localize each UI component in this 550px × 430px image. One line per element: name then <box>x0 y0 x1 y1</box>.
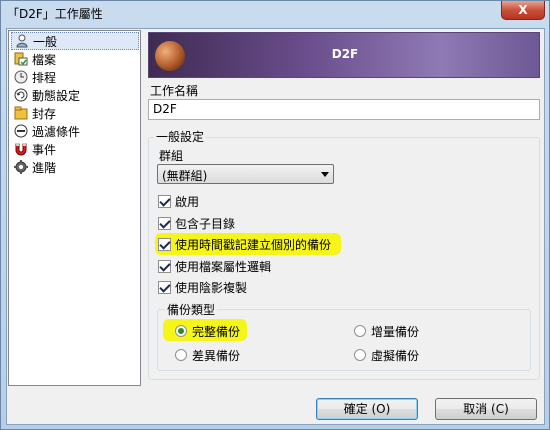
sidebar-item-label: 排程 <box>32 70 57 85</box>
group-select-value: (無群組) <box>162 169 208 183</box>
virtual-backup-radio[interactable] <box>354 349 366 361</box>
option-attribute-logic[interactable]: 使用檔案屬性邏輯 <box>158 257 271 275</box>
sidebar-item-advanced[interactable]: 進階 <box>11 158 139 176</box>
gear-icon <box>14 160 28 174</box>
sidebar-item-archive[interactable]: 封存 <box>11 104 139 122</box>
sidebar-item-label: 進階 <box>32 160 57 175</box>
radio-label: 增量備份 <box>371 324 420 339</box>
incremental-backup-radio[interactable] <box>354 325 366 337</box>
timestamp-backup-checkbox[interactable] <box>158 237 171 251</box>
job-name-label: 工作名稱 <box>150 84 199 98</box>
user-icon <box>15 34 29 48</box>
job-name-field[interactable]: D2F <box>148 99 540 120</box>
chevron-down-icon <box>321 172 329 177</box>
radio-incremental-backup[interactable]: 增量備份 <box>354 322 419 340</box>
close-button[interactable]: X <box>501 1 545 20</box>
general-settings-title: 一般設定 <box>154 128 207 145</box>
sidebar-item-label: 事件 <box>32 142 57 157</box>
option-label: 包含子目錄 <box>175 216 236 231</box>
refresh-icon <box>14 88 28 102</box>
option-enable[interactable]: 啟用 <box>158 192 199 210</box>
properties-window: 「D2F」工作屬性 X 一般 檔案 排程 動態設定 封存 過濾條件 事件 進階 … <box>0 0 550 430</box>
sidebar-nav: 一般 檔案 排程 動態設定 封存 過濾條件 事件 進階 <box>8 30 141 386</box>
sidebar-item-schedule[interactable]: 排程 <box>11 68 139 86</box>
group-label: 群組 <box>159 149 184 163</box>
backup-type-title: 備份類型 <box>165 301 218 318</box>
sidebar-item-filter[interactable]: 過濾條件 <box>11 122 139 140</box>
magnet-icon <box>14 142 28 156</box>
option-shadow-copy[interactable]: 使用陰影複製 <box>158 278 247 296</box>
archive-icon <box>14 106 28 120</box>
option-label: 使用時間戳記建立個別的備份 <box>175 237 332 252</box>
banner-title: D2F <box>331 47 359 61</box>
differential-backup-radio[interactable] <box>175 349 187 361</box>
radio-full-backup[interactable]: 完整備份 <box>175 322 240 340</box>
sidebar-item-dynamic[interactable]: 動態設定 <box>11 86 139 104</box>
sidebar-item-label: 封存 <box>32 106 57 121</box>
window-title: 「D2F」工作屬性 <box>7 7 103 21</box>
title-bar[interactable]: 「D2F」工作屬性 X <box>1 1 549 25</box>
sidebar-item-label: 檔案 <box>32 52 57 67</box>
job-banner: D2F <box>148 32 540 78</box>
dialog-client: 一般 檔案 排程 動態設定 封存 過濾條件 事件 進階 D2F 工作名稱 D2F… <box>6 28 545 425</box>
files-icon <box>14 52 28 66</box>
radio-differential-backup[interactable]: 差異備份 <box>175 346 240 364</box>
sidebar-item-general[interactable]: 一般 <box>11 32 139 50</box>
group-select[interactable]: (無群組) <box>157 164 334 184</box>
cancel-button[interactable]: 取消 (C) <box>435 398 537 420</box>
enable-checkbox[interactable] <box>158 194 171 208</box>
shadow-copy-checkbox[interactable] <box>158 280 171 294</box>
option-label: 啟用 <box>175 194 200 209</box>
radio-virtual-backup[interactable]: 虛擬備份 <box>354 346 419 364</box>
option-label: 使用檔案屬性邏輯 <box>175 259 272 274</box>
radio-label: 完整備份 <box>192 324 241 339</box>
radio-label: 差異備份 <box>192 348 241 363</box>
sidebar-item-files[interactable]: 檔案 <box>11 50 139 68</box>
option-include-subdirs[interactable]: 包含子目錄 <box>158 214 235 232</box>
sidebar-item-label: 過濾條件 <box>32 124 81 139</box>
include-subdirs-checkbox[interactable] <box>158 216 171 230</box>
ok-button[interactable]: 確定 (O) <box>316 398 418 420</box>
filter-icon <box>14 124 28 138</box>
radio-label: 虛擬備份 <box>371 348 420 363</box>
option-timestamp-backup[interactable]: 使用時間戳記建立個別的備份 <box>158 235 331 253</box>
sidebar-item-events[interactable]: 事件 <box>11 140 139 158</box>
attribute-logic-checkbox[interactable] <box>158 259 171 273</box>
sidebar-item-label: 動態設定 <box>32 88 81 103</box>
full-backup-radio[interactable] <box>175 325 187 337</box>
clock-icon <box>14 70 28 84</box>
option-label: 使用陰影複製 <box>175 280 248 295</box>
sidebar-item-label: 一般 <box>33 34 58 49</box>
